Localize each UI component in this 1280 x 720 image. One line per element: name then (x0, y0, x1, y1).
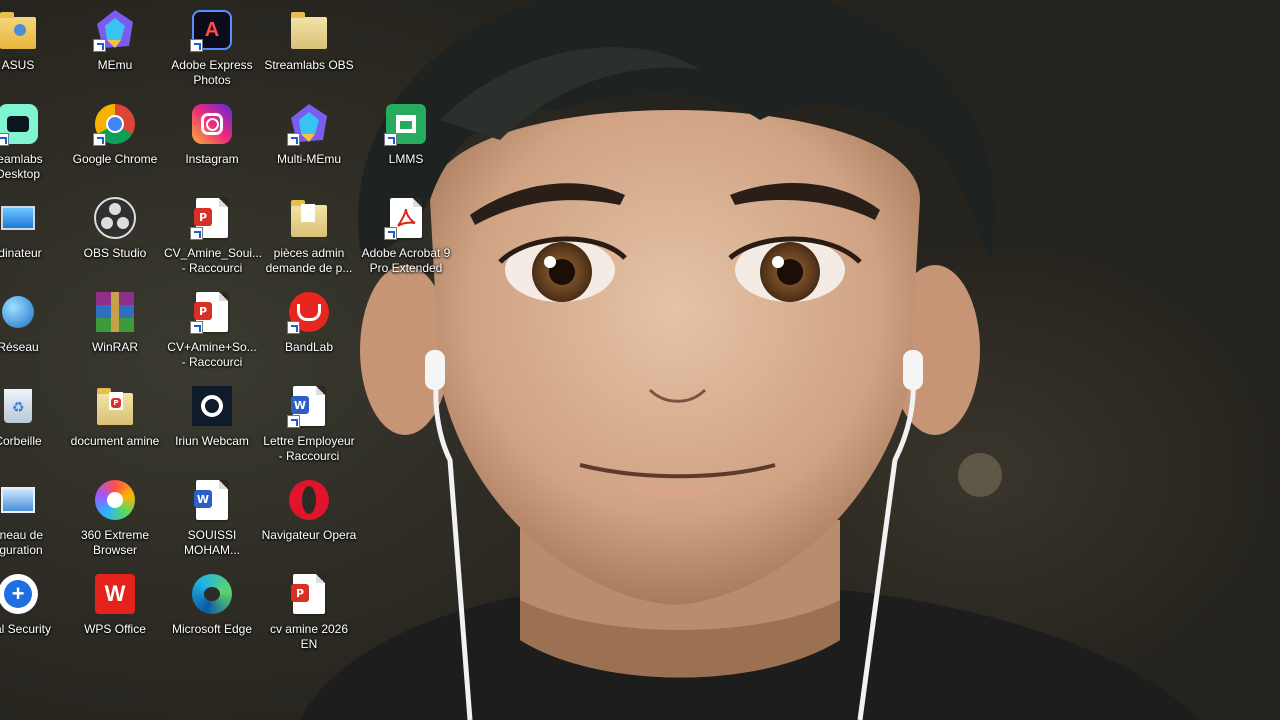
desktop-icon-label: CV_Amine_Soui... - Raccourci (164, 246, 263, 275)
desktop-icon-label: Navigateur Opera (261, 528, 357, 542)
desktop-icon-cv-amine-souissi-shortcut[interactable]: P CV_Amine_Soui... - Raccourci (164, 188, 263, 278)
webcam-icon (190, 384, 234, 428)
adobe-express-icon: A (190, 8, 234, 52)
desktop-icon-label: Corbeille (0, 434, 42, 448)
folder-icon: P (93, 384, 137, 428)
desktop-icon-label: LMMS (388, 152, 424, 166)
lmms-icon (384, 102, 428, 146)
desktop-icon-asus[interactable]: ASUS (0, 0, 66, 90)
desktop-icon-bandlab[interactable]: BandLab (261, 282, 357, 372)
desktop-icon-lettre-employeur-shortcut[interactable]: W Lettre Employeur - Raccourci (261, 376, 357, 466)
desktop-icon-label: WinRAR (91, 340, 138, 354)
acrobat-icon (384, 196, 428, 240)
desktop-icon-adobe-acrobat[interactable]: Adobe Acrobat 9 Pro Extended (358, 188, 454, 278)
desktop-icon-cv-amine-so-shortcut[interactable]: P CV+Amine+So... - Raccourci (164, 282, 260, 372)
desktop-icon-pieces-admin[interactable]: pièces admin demande de p... (261, 188, 357, 278)
desktop-icon-obs-studio[interactable]: OBS Studio (67, 188, 163, 278)
opera-icon (287, 478, 331, 522)
desktop-icon-cv-amine-2026-en[interactable]: P cv amine 2026 EN (261, 564, 357, 654)
desktop-icon-total-security[interactable]: + otal Security (0, 564, 66, 654)
folder-icon (287, 8, 331, 52)
edge-icon (190, 572, 234, 616)
network-icon (0, 290, 40, 334)
desktop-icon-label: nneau de figuration (0, 528, 44, 557)
desktop-icon-microsoft-edge[interactable]: Microsoft Edge (164, 564, 260, 654)
bandlab-icon (287, 290, 331, 334)
wps-icon: W (93, 572, 137, 616)
obs-icon (93, 196, 137, 240)
word-document-icon: W (190, 478, 234, 522)
instagram-icon (190, 102, 234, 146)
total-security-icon: + (0, 572, 40, 616)
desktop-icon-label: BandLab (284, 340, 334, 354)
desktop-icon-label: MEmu (97, 58, 133, 72)
computer-icon (0, 196, 40, 240)
desktop-icon-streamlabs-obs[interactable]: Streamlabs OBS (261, 0, 357, 90)
control-panel-icon (0, 478, 40, 522)
memu-icon (93, 8, 137, 52)
desktop-icon-label: Microsoft Edge (171, 622, 253, 636)
desktop-icon-lmms[interactable]: LMMS (358, 94, 454, 184)
desktop-icon-label: cv amine 2026 EN (269, 622, 349, 651)
desktop-icon-navigateur-opera[interactable]: Navigateur Opera (261, 470, 357, 560)
desktop-icon-label: Iriun Webcam (175, 434, 249, 448)
desktop-icon-reseau[interactable]: Réseau (0, 282, 66, 372)
recycle-bin-icon: ♻ (0, 384, 40, 428)
pdf-document-icon: P (190, 196, 234, 240)
desktop-icon-label: rdinateur (0, 246, 42, 260)
desktop-icon-label: Adobe Acrobat 9 Pro Extended (361, 246, 451, 275)
desktop-icon-label: WPS Office (84, 622, 146, 636)
desktop-icon-label: 360 Extreme Browser (80, 528, 150, 557)
desktop-icon-label: reamlabs Desktop (0, 152, 43, 181)
desktop-icon-label: Google Chrome (72, 152, 158, 166)
desktop-icon-label: SOUISSI MOHAM... (184, 528, 240, 557)
browser-360-icon (93, 478, 137, 522)
desktop-icon-document-amine[interactable]: P document amine (67, 376, 163, 466)
desktop-icon-label: CV+Amine+So... - Raccourci (167, 340, 257, 369)
chrome-icon (93, 102, 137, 146)
memu-icon (287, 102, 331, 146)
desktop-icon-panneau-de-configuration[interactable]: nneau de figuration (0, 470, 66, 560)
desktop-icon-label: Lettre Employeur - Raccourci (263, 434, 355, 463)
folder-icon (287, 196, 331, 240)
desktop-icon-label: pièces admin demande de p... (265, 246, 353, 275)
desktop-icon-adobe-express[interactable]: A Adobe Express Photos (164, 0, 260, 90)
desktop-icon-memu[interactable]: MEmu (67, 0, 163, 90)
desktop-icon-label: ASUS (1, 58, 35, 72)
desktop-icon-instagram[interactable]: Instagram (164, 94, 260, 184)
pdf-document-icon: P (287, 572, 331, 616)
desktop-icon-wps-office[interactable]: W WPS Office (67, 564, 163, 654)
desktop-icon-label: Instagram (185, 152, 239, 166)
desktop-icon-label: Adobe Express Photos (171, 58, 253, 87)
pdf-document-icon: P (190, 290, 234, 334)
user-folder-icon (0, 8, 40, 52)
desktop-icon-ordinateur[interactable]: rdinateur (0, 188, 66, 278)
desktop-icon-label: otal Security (0, 622, 52, 636)
desktop-icon-label: Réseau (0, 340, 39, 354)
desktop-icon-label: Streamlabs OBS (264, 58, 354, 72)
desktop-icon-multi-memu[interactable]: Multi-MEmu (261, 94, 357, 184)
desktop-icon-label: OBS Studio (83, 246, 147, 260)
desktop-icon-iriun-webcam[interactable]: Iriun Webcam (164, 376, 260, 466)
winrar-icon (93, 290, 137, 334)
desktop-icon-360-extreme-browser[interactable]: 360 Extreme Browser (67, 470, 163, 560)
desktop-icon-streamlabs-desktop[interactable]: reamlabs Desktop (0, 94, 66, 184)
word-document-icon: W (287, 384, 331, 428)
desktop-icon-label: document amine (70, 434, 160, 448)
desktop-icon-winrar[interactable]: WinRAR (67, 282, 163, 372)
streamlabs-icon (0, 102, 40, 146)
desktop-icon-google-chrome[interactable]: Google Chrome (67, 94, 163, 184)
desktop-icon-label: Multi-MEmu (276, 152, 341, 166)
desktop-icon-corbeille[interactable]: ♻ Corbeille (0, 376, 66, 466)
desktop-icon-souissi-moham[interactable]: W SOUISSI MOHAM... (164, 470, 260, 560)
